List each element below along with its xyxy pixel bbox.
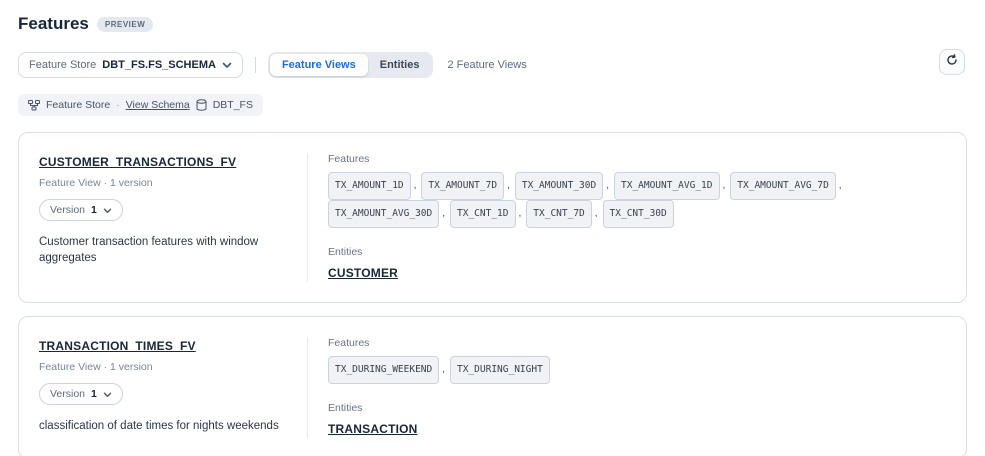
tab-feature-views[interactable]: Feature Views (270, 54, 368, 76)
chip-separator: , (606, 180, 609, 191)
chip-separator: , (442, 364, 445, 375)
entity-link[interactable]: TRANSACTION (328, 422, 418, 436)
feature-store-value: DBT_FS.FS_SCHEMA (102, 59, 216, 71)
features-section-label: Features (328, 153, 946, 165)
feature-chip: TX_AMOUNT_AVG_7D (730, 172, 836, 200)
feature-chip: TX_AMOUNT_AVG_1D (614, 172, 720, 200)
chip-separator: , (519, 208, 522, 219)
card-summary: CUSTOMER_TRANSACTIONS_FV Feature View · … (39, 153, 307, 282)
feature-chip-list: TX_AMOUNT_1D,TX_AMOUNT_7D,TX_AMOUNT_30D,… (328, 172, 946, 228)
chip-separator: , (442, 208, 445, 219)
entity-link-list: CUSTOMER (328, 258, 946, 282)
chip-separator: , (595, 208, 598, 219)
breadcrumb: Feature Store · View Schema DBT_FS (18, 94, 263, 116)
feature-view-subtitle: Feature View · 1 version (39, 361, 287, 373)
breadcrumb-separator: · (116, 99, 120, 111)
chip-separator: , (507, 180, 510, 191)
version-label: Version (50, 388, 85, 400)
feature-chip: TX_AMOUNT_7D (421, 172, 504, 200)
feature-views-count: 2 Feature Views (447, 59, 526, 71)
feature-chip-list: TX_DURING_WEEKEND, TX_DURING_NIGHT (328, 356, 946, 384)
feature-chip: TX_DURING_NIGHT (450, 356, 550, 384)
feature-store-icon (28, 100, 40, 111)
feature-store-select[interactable]: Feature Store DBT_FS.FS_SCHEMA (18, 52, 243, 78)
feature-chip: TX_AMOUNT_AVG_30D (328, 200, 439, 228)
entities-section: Entities CUSTOMER (328, 246, 946, 282)
version-value: 1 (91, 204, 97, 216)
tab-entities[interactable]: Entities (368, 54, 432, 76)
feature-chip: TX_CNT_30D (603, 200, 674, 228)
chevron-down-icon (103, 385, 112, 403)
entity-link[interactable]: CUSTOMER (328, 266, 398, 280)
breadcrumb-database: DBT_FS (213, 99, 253, 111)
feature-chip: TX_AMOUNT_30D (515, 172, 603, 200)
database-icon (196, 99, 207, 111)
chip-separator: , (723, 180, 726, 191)
toolbar: Feature Store DBT_FS.FS_SCHEMA Feature V… (18, 52, 967, 78)
feature-view-card: TRANSACTION_TIMES_FV Feature View · 1 ve… (18, 316, 967, 456)
feature-view-description: Customer transaction features with windo… (39, 235, 287, 266)
version-label: Version (50, 204, 85, 216)
version-select[interactable]: Version 1 (39, 383, 123, 405)
card-summary: TRANSACTION_TIMES_FV Feature View · 1 ve… (39, 337, 307, 438)
chip-separator: , (414, 180, 417, 191)
refresh-icon (946, 53, 958, 71)
page-title: Features (18, 14, 89, 34)
feature-chip: TX_DURING_WEEKEND (328, 356, 439, 384)
breadcrumb-store-label: Feature Store (46, 99, 110, 111)
feature-store-label: Feature Store (29, 59, 96, 71)
card-details: Features TX_DURING_WEEKEND, TX_DURING_NIG… (307, 337, 946, 438)
feature-chip: TX_AMOUNT_1D (328, 172, 411, 200)
feature-view-card: CUSTOMER_TRANSACTIONS_FV Feature View · … (18, 132, 967, 303)
view-tabs: Feature Views Entities (268, 52, 434, 78)
feature-view-subtitle: Feature View · 1 version (39, 177, 287, 189)
entities-section: Entities TRANSACTION (328, 402, 946, 438)
chevron-down-icon (103, 201, 112, 219)
refresh-button[interactable] (939, 49, 965, 75)
features-page: Features PREVIEW Feature Store DBT_FS.FS… (0, 0, 985, 456)
features-section-label: Features (328, 337, 946, 349)
page-header: Features PREVIEW (18, 14, 967, 34)
version-select[interactable]: Version 1 (39, 199, 123, 221)
version-value: 1 (91, 388, 97, 400)
chevron-down-icon (222, 56, 232, 74)
card-details: Features TX_AMOUNT_1D,TX_AMOUNT_7D,TX_AM… (307, 153, 946, 282)
feature-chip: TX_CNT_7D (526, 200, 591, 228)
feature-view-title-link[interactable]: TRANSACTION_TIMES_FV (39, 339, 196, 353)
feature-chip: TX_CNT_1D (450, 200, 515, 228)
feature-view-description: classification of date times for nights … (39, 419, 287, 435)
entities-section-label: Entities (328, 246, 946, 258)
feature-view-title-link[interactable]: CUSTOMER_TRANSACTIONS_FV (39, 155, 236, 169)
preview-badge: PREVIEW (97, 17, 153, 32)
toolbar-divider (255, 57, 256, 73)
chip-separator: , (839, 180, 842, 191)
entity-link-list: TRANSACTION (328, 414, 946, 438)
view-schema-link[interactable]: View Schema (126, 99, 190, 111)
entities-section-label: Entities (328, 402, 946, 414)
